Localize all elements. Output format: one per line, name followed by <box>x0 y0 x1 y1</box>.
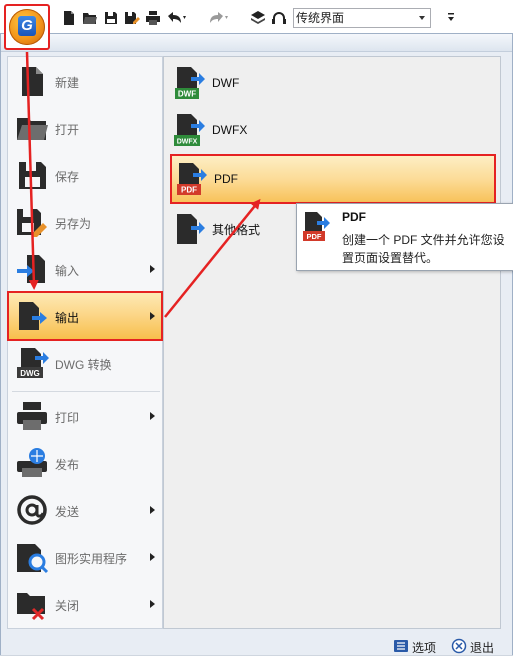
open-folder-icon <box>17 118 48 140</box>
dwfx-file-icon: DWFX <box>174 114 205 146</box>
menu-item-export[interactable]: 输出 <box>7 291 163 341</box>
printer-icon <box>17 402 47 430</box>
menu-item-import[interactable]: 输入 <box>9 246 161 292</box>
dwf-file-icon: DWF <box>175 67 205 99</box>
menu-item-label: 关闭 <box>55 599 80 613</box>
submenu-item-dwfx[interactable]: DWFX DWFX <box>170 107 496 153</box>
menu-item-open[interactable]: 打开 <box>9 105 161 151</box>
close-file-icon <box>17 593 45 621</box>
svg-text:PDF: PDF <box>307 232 322 241</box>
application-menu-button[interactable]: G <box>4 4 50 50</box>
svg-text:DWFX: DWFX <box>177 139 198 146</box>
exit-label: 退出 <box>470 641 495 655</box>
layers-icon[interactable] <box>250 10 266 26</box>
menu-item-label: 保存 <box>55 170 80 184</box>
submenu-arrow-icon <box>150 312 155 320</box>
menu-separator <box>12 391 160 392</box>
other-formats-icon <box>177 214 205 244</box>
submenu-item-label: PDF <box>214 172 238 186</box>
pdf-tooltip: PDF PDF 创建一个 PDF 文件并允许您设置页面设置替代。 <box>296 203 513 271</box>
options-label: 选项 <box>412 641 437 655</box>
menu-header-strip <box>1 34 512 52</box>
menu-item-new[interactable]: 新建 <box>9 58 161 104</box>
open-icon[interactable] <box>82 10 98 26</box>
import-icon <box>17 255 45 283</box>
save-icon <box>19 162 46 189</box>
submenu-arrow-icon <box>150 412 155 420</box>
menu-item-label: 另存为 <box>55 217 92 231</box>
submenu-item-pdf[interactable]: PDF PDF <box>170 154 496 204</box>
workspace-dropdown[interactable]: 传统界面 <box>293 8 431 28</box>
menu-item-label: 发送 <box>55 505 80 519</box>
options-button[interactable]: 选项 <box>393 637 443 655</box>
menu-item-label: DWG 转换 <box>55 358 112 372</box>
undo-icon[interactable] <box>166 10 188 26</box>
export-submenu: DWF DWF DWFX DWFX PDF PDF 其他格式 <box>163 56 501 629</box>
save-icon[interactable] <box>103 10 119 26</box>
dwg-convert-icon: DWG <box>17 348 49 378</box>
submenu-item-label: DWF <box>212 76 240 90</box>
save-as-icon[interactable] <box>124 10 140 26</box>
menu-item-save[interactable]: 保存 <box>9 152 161 198</box>
menu-item-label: 新建 <box>55 76 80 90</box>
email-at-icon <box>17 495 47 525</box>
menu-item-label: 打印 <box>55 411 80 425</box>
menu-item-publish[interactable]: 发布 <box>9 440 161 486</box>
menu-left-column: 新建 打开 保存 另存为 输入 输出 DWG DWG 转换 打印 发布 发送 图… <box>7 56 163 629</box>
svg-text:DWF: DWF <box>178 90 196 99</box>
application-menu: 新建 打开 保存 另存为 输入 输出 DWG DWG 转换 打印 发布 发送 图… <box>0 33 513 661</box>
window-bottom-edge <box>0 655 513 661</box>
submenu-item-label: 其他格式 <box>212 223 261 237</box>
menu-item-dwg-convert[interactable]: DWG DWG 转换 <box>9 340 161 386</box>
pdf-file-icon: PDF <box>177 163 207 195</box>
svg-text:DWG: DWG <box>20 369 40 378</box>
submenu-arrow-icon <box>150 600 155 608</box>
submenu-arrow-icon <box>150 265 155 273</box>
menu-item-label: 图形实用程序 <box>55 552 128 566</box>
export-icon <box>19 302 47 330</box>
menu-item-close[interactable]: 关闭 <box>9 581 161 627</box>
menu-item-drawing-utilities[interactable]: 图形实用程序 <box>9 534 161 580</box>
menu-item-label: 输出 <box>55 311 80 325</box>
menu-item-label: 输入 <box>55 264 80 278</box>
workspace-value: 传统界面 <box>296 11 345 25</box>
new-file-icon <box>22 67 43 96</box>
chevron-down-icon <box>419 16 425 20</box>
svg-text:PDF: PDF <box>181 186 197 195</box>
customize-toolbar-icon[interactable] <box>447 12 455 22</box>
submenu-arrow-icon <box>150 506 155 514</box>
save-as-icon <box>17 209 47 237</box>
exit-icon <box>451 638 467 654</box>
pdf-file-icon: PDF <box>303 212 330 241</box>
submenu-arrow-icon <box>150 553 155 561</box>
menu-item-send[interactable]: 发送 <box>9 487 161 533</box>
app-logo-icon: G <box>9 9 45 45</box>
tooltip-title: PDF <box>342 210 366 224</box>
print-icon[interactable] <box>145 10 161 26</box>
menu-item-print[interactable]: 打印 <box>9 393 161 439</box>
submenu-item-label: DWFX <box>212 123 248 137</box>
headset-icon[interactable] <box>271 10 287 26</box>
menu-item-label: 发布 <box>55 458 80 472</box>
new-icon[interactable] <box>61 10 77 26</box>
options-icon <box>394 640 408 652</box>
publish-icon <box>17 448 47 477</box>
menu-item-save-as[interactable]: 另存为 <box>9 199 161 245</box>
tooltip-description: 创建一个 PDF 文件并允许您设置页面设置替代。 <box>342 233 505 265</box>
submenu-item-dwf[interactable]: DWF DWF <box>170 60 496 106</box>
menu-item-label: 打开 <box>55 123 80 137</box>
redo-icon[interactable] <box>209 10 231 26</box>
exit-button[interactable]: 退出 <box>451 637 501 655</box>
drawing-utilities-icon <box>17 544 49 574</box>
